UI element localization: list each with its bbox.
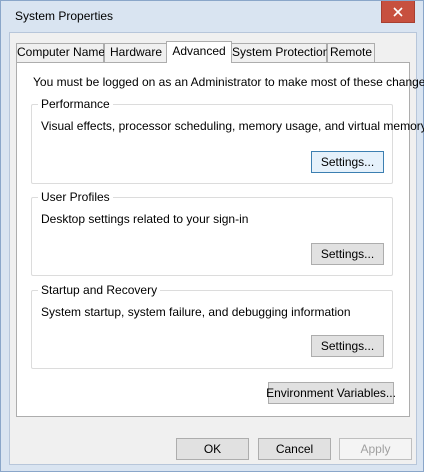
close-button[interactable]	[381, 1, 415, 23]
title-bar[interactable]: System Properties	[1, 1, 423, 33]
close-icon	[393, 6, 403, 17]
performance-title: Performance	[38, 97, 113, 111]
user-profiles-title: User Profiles	[38, 190, 113, 204]
user-profiles-description: Desktop settings related to your sign-in	[41, 212, 249, 226]
system-properties-window: System Properties Computer Name Hardware…	[0, 0, 424, 472]
admin-notice: You must be logged on as an Administrato…	[33, 75, 424, 89]
environment-variables-button[interactable]: Environment Variables...	[266, 382, 396, 404]
performance-description: Visual effects, processor scheduling, me…	[41, 119, 424, 133]
performance-group: Performance Visual effects, processor sc…	[31, 97, 424, 184]
startup-recovery-group: Startup and Recovery System startup, sys…	[31, 283, 393, 369]
cancel-button[interactable]: Cancel	[258, 438, 331, 460]
tab-system-protection[interactable]: System Protection	[231, 43, 329, 62]
startup-recovery-title: Startup and Recovery	[38, 283, 161, 297]
tab-hardware[interactable]: Hardware	[104, 43, 168, 62]
user-profiles-group: User Profiles Desktop settings related t…	[31, 190, 393, 276]
advanced-tab-panel: You must be logged on as an Administrato…	[16, 62, 424, 417]
tab-advanced[interactable]: Advanced	[166, 41, 232, 63]
ok-button[interactable]: OK	[176, 438, 249, 460]
tab-computer-name[interactable]: Computer Name	[16, 43, 105, 62]
dialog-body: Computer Name Hardware Advanced System P…	[9, 32, 424, 465]
window-title: System Properties	[15, 9, 114, 23]
startup-recovery-settings-button[interactable]: Settings...	[311, 335, 384, 357]
performance-settings-button[interactable]: Settings...	[311, 151, 384, 173]
apply-button[interactable]: Apply	[339, 438, 412, 460]
user-profiles-settings-button[interactable]: Settings...	[311, 243, 384, 265]
tab-remote[interactable]: Remote	[327, 43, 375, 62]
startup-recovery-description: System startup, system failure, and debu…	[41, 305, 351, 319]
